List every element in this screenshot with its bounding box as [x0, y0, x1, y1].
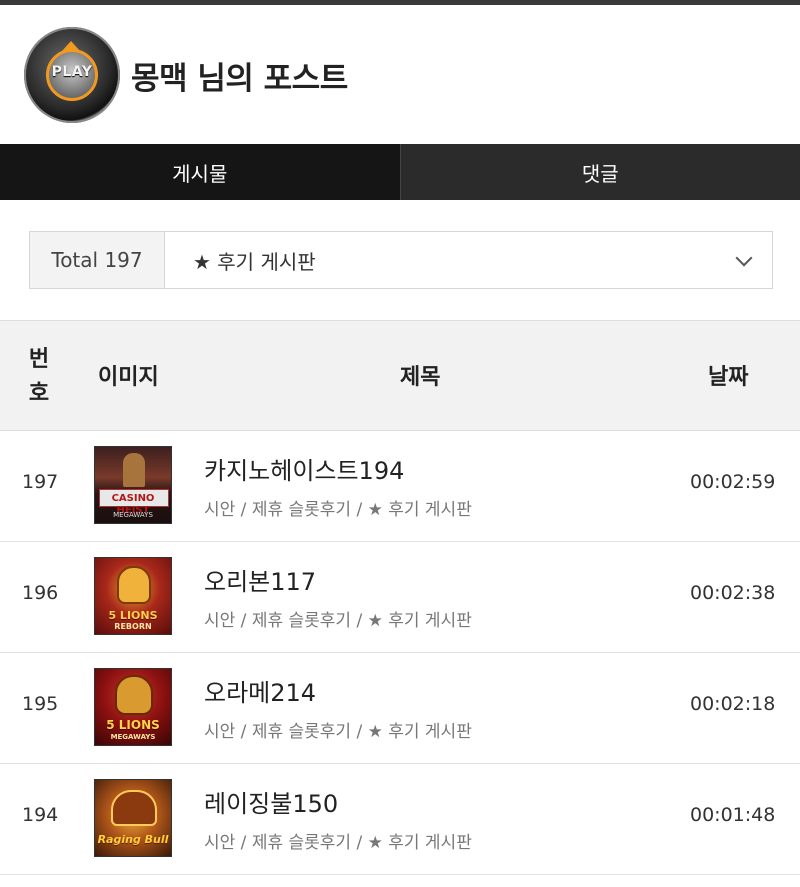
avatar: PLAY: [24, 27, 120, 123]
row-thumbnail[interactable]: Raging Bull: [94, 779, 172, 857]
thumb-label: 5 LIONS: [106, 718, 160, 732]
row-date: 00:01:48: [690, 804, 776, 826]
tab-bar: 게시물 댓글: [0, 144, 800, 200]
row-date: 00:02:18: [690, 693, 776, 715]
thumb-figure: [115, 675, 153, 715]
row-number: 194: [22, 804, 59, 826]
row-thumbnail[interactable]: CASINO HEIST MEGAWAYS: [94, 446, 172, 524]
row-title[interactable]: 레이징불150: [204, 784, 338, 819]
total-count: Total 197: [30, 232, 165, 288]
profile-header: PLAY 몽맥 님의 포스트: [0, 5, 800, 144]
board-select[interactable]: ★ 후기 게시판: [165, 232, 772, 288]
thumb-label: Raging Bull: [97, 833, 169, 846]
row-title[interactable]: 카지노헤이스트194: [204, 451, 404, 486]
board-select-value: ★ 후기 게시판: [193, 249, 316, 274]
thumb-figure: [117, 566, 151, 604]
header-num: 번호: [28, 347, 50, 406]
header-title: 제목: [400, 365, 441, 390]
table-row[interactable]: 197 CASINO HEIST MEGAWAYS 카지노헤이스트194 시안 …: [0, 431, 800, 542]
row-number: 197: [22, 471, 59, 493]
row-date: 00:02:38: [690, 582, 776, 604]
row-meta: 시안 / 제휴 슬롯후기 / ★ 후기 게시판: [204, 722, 472, 742]
row-number: 196: [22, 582, 59, 604]
header-date: 날짜: [708, 365, 749, 390]
row-title[interactable]: 오리본117: [204, 562, 316, 597]
thumb-figure: [123, 453, 145, 487]
row-number: 195: [22, 693, 59, 715]
row-thumbnail[interactable]: 5 LIONS MEGAWAYS: [94, 668, 172, 746]
header-image: 이미지: [98, 365, 159, 390]
avatar-label: PLAY: [51, 64, 93, 80]
row-thumbnail[interactable]: 5 LIONS REBORN: [94, 557, 172, 635]
row-meta: 시안 / 제휴 슬롯후기 / ★ 후기 게시판: [204, 611, 472, 631]
thumb-sublabel: REBORN: [114, 622, 152, 631]
chevron-down-icon: [735, 249, 753, 267]
table-row[interactable]: 195 5 LIONS MEGAWAYS 오라메214 시안 / 제휴 슬롯후기…: [0, 653, 800, 764]
row-date: 00:02:59: [690, 471, 776, 493]
thumb-label: 5 LIONS: [108, 609, 158, 622]
thumb-sublabel: MEGAWAYS: [110, 733, 156, 741]
table-row[interactable]: 196 5 LIONS REBORN 오리본117 시안 / 제휴 슬롯후기 /…: [0, 542, 800, 653]
page-title: 몽맥 님의 포스트: [131, 61, 348, 97]
post-list: 197 CASINO HEIST MEGAWAYS 카지노헤이스트194 시안 …: [0, 431, 800, 875]
filter-bar: Total 197 ★ 후기 게시판: [29, 231, 773, 289]
row-meta: 시안 / 제휴 슬롯후기 / ★ 후기 게시판: [204, 833, 472, 853]
thumb-figure: [111, 790, 157, 826]
row-title[interactable]: 오라메214: [204, 673, 316, 708]
row-meta: 시안 / 제휴 슬롯후기 / ★ 후기 게시판: [204, 500, 472, 520]
tab-comments[interactable]: 댓글: [399, 144, 800, 200]
thumb-sublabel: MEGAWAYS: [113, 511, 153, 519]
tab-posts[interactable]: 게시물: [0, 144, 400, 200]
crown-icon: [62, 41, 80, 51]
table-header: 번호 이미지 제목 날짜: [0, 320, 800, 431]
table-row[interactable]: 194 Raging Bull 레이징불150 시안 / 제휴 슬롯후기 / ★…: [0, 764, 800, 875]
